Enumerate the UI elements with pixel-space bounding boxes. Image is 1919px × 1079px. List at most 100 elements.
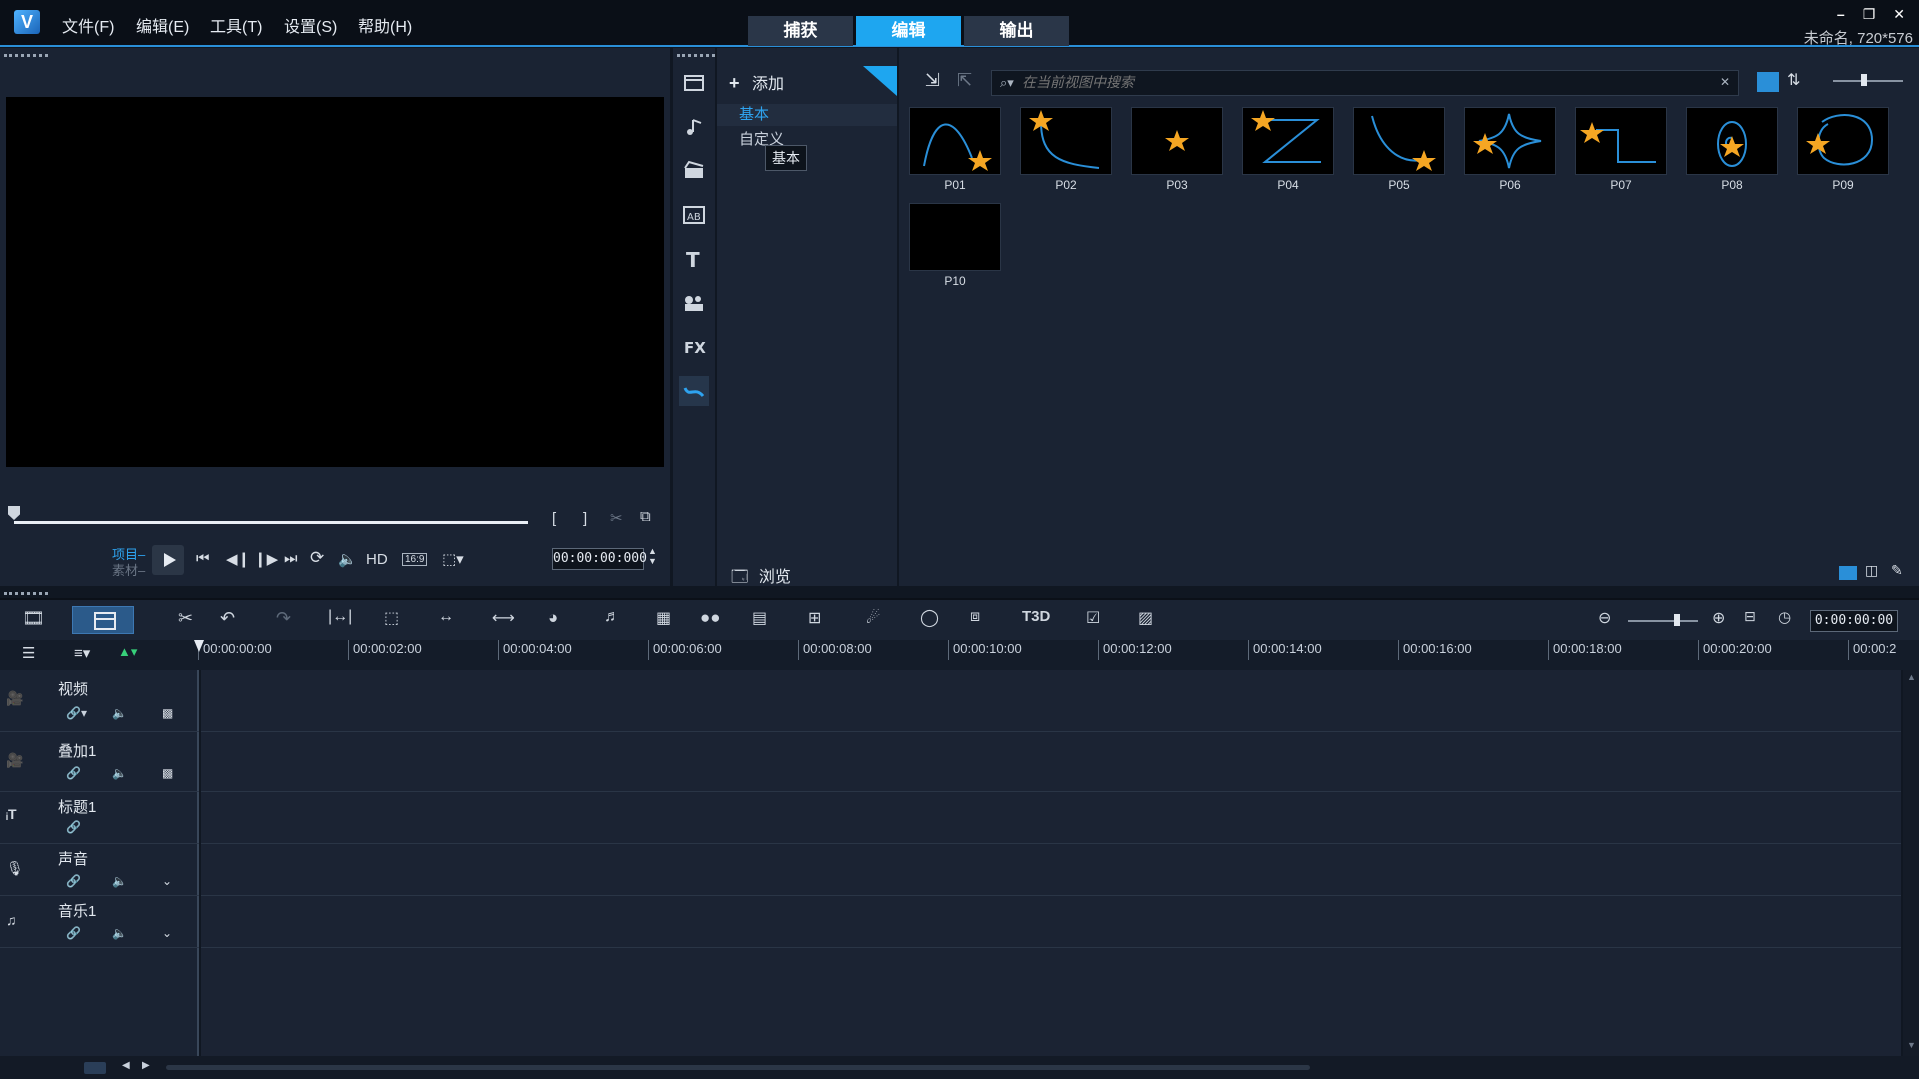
- expand-icon[interactable]: ⌄: [162, 874, 172, 888]
- tools-icon[interactable]: ✂: [178, 608, 193, 629]
- lane-music[interactable]: [201, 896, 1901, 948]
- subtitle-icon[interactable]: ▤: [752, 608, 767, 628]
- pan-zoom-icon[interactable]: ⬚: [384, 608, 399, 628]
- path-item-p04[interactable]: P04: [1236, 104, 1344, 194]
- path-item-p06[interactable]: P06: [1458, 104, 1566, 194]
- enlarge-icon[interactable]: ⧉: [640, 508, 651, 525]
- split-view-icon[interactable]: ◫: [1865, 562, 1878, 579]
- panel-grip[interactable]: [677, 54, 721, 57]
- undo-icon[interactable]: ↶: [220, 608, 235, 629]
- path-item-p03[interactable]: P03: [1125, 104, 1233, 194]
- vertical-scrollbar[interactable]: ▲ ▼: [1903, 670, 1919, 1056]
- timeline-overview-icon[interactable]: [84, 1062, 106, 1074]
- path-item-p09[interactable]: P09: [1791, 104, 1899, 194]
- restore-icon[interactable]: ❐: [1863, 6, 1876, 23]
- library-view-icon[interactable]: [1839, 566, 1857, 580]
- chapter-menu-icon[interactable]: ≡▾: [74, 644, 90, 662]
- tab-edit[interactable]: 编辑: [856, 16, 961, 46]
- mask-icon[interactable]: ◯: [920, 608, 939, 628]
- preview-timecode[interactable]: 00:00:00:000: [552, 548, 647, 570]
- sort-icon[interactable]: ⇅: [1787, 70, 1800, 90]
- play-button[interactable]: [152, 545, 184, 575]
- mute-icon[interactable]: 🔈: [112, 874, 127, 888]
- path-icon[interactable]: [679, 376, 709, 406]
- tab-share[interactable]: 输出: [964, 16, 1069, 46]
- timeline-ruler[interactable]: ☰ ≡▾ ▲▾ 00:00:00:00 00:00:02:00 00:00:04:0…: [0, 640, 1919, 670]
- browse-button[interactable]: 🗔 浏览: [731, 563, 791, 593]
- aspect-ratio-button[interactable]: 16:9: [402, 553, 428, 566]
- link-icon[interactable]: 🔗▾: [66, 706, 87, 720]
- track-overlay[interactable]: 🎥 叠加1 🔗 🔈 ▩: [0, 732, 199, 792]
- fit-timeline-icon[interactable]: ⊟: [1744, 608, 1756, 625]
- repeat-icon[interactable]: ⟳: [310, 548, 324, 568]
- title-icon[interactable]: T: [679, 244, 709, 274]
- menu-edit[interactable]: 编辑(E): [136, 13, 189, 37]
- instant-project-icon[interactable]: [679, 112, 709, 142]
- track-video[interactable]: 🎥 视频 🔗▾ 🔈 ▩: [0, 670, 199, 732]
- mute-icon[interactable]: 🔈: [112, 706, 127, 720]
- link-icon[interactable]: 🔗: [66, 874, 81, 888]
- zoom-in-icon[interactable]: ⊕: [1712, 608, 1725, 628]
- 3d-title-icon[interactable]: T3D: [1022, 608, 1050, 625]
- link-icon[interactable]: 🔗: [66, 766, 81, 780]
- audio-mixer-icon[interactable]: ♬: [604, 608, 620, 626]
- fx-filter-icon[interactable]: FX: [679, 332, 709, 362]
- path-item-p08[interactable]: P08: [1680, 104, 1788, 194]
- path-item-p01[interactable]: P01: [903, 104, 1011, 194]
- path-item-p05[interactable]: P05: [1347, 104, 1455, 194]
- scrubber-track[interactable]: [14, 521, 528, 524]
- clock-icon[interactable]: ◷: [1778, 608, 1791, 626]
- zoom-slider[interactable]: [1628, 620, 1698, 622]
- edit-icon[interactable]: ✎: [1891, 562, 1903, 579]
- scissors-icon[interactable]: ✂: [610, 509, 623, 527]
- clip-mode-label[interactable]: 素材–: [112, 560, 145, 579]
- panel-grip[interactable]: [4, 54, 48, 57]
- timeline-tracks-area[interactable]: [201, 670, 1901, 1056]
- path-item-p07[interactable]: P07: [1569, 104, 1677, 194]
- track-manager-icon[interactable]: ☰: [22, 644, 35, 662]
- transition-icon[interactable]: [679, 156, 709, 186]
- path-item-p10[interactable]: P10: [903, 200, 1011, 290]
- multi-camera-icon[interactable]: ▦: [656, 608, 671, 628]
- fit-project-icon[interactable]: |↔|: [328, 608, 352, 626]
- storyboard-view-icon[interactable]: 🎞: [22, 608, 45, 629]
- timeline-view-button[interactable]: [72, 606, 134, 634]
- minimize-icon[interactable]: –: [1837, 6, 1845, 23]
- trim-icon[interactable]: ⟷: [492, 608, 515, 628]
- clear-search-icon[interactable]: ✕: [1720, 75, 1730, 89]
- menu-tools[interactable]: 工具(T): [210, 13, 262, 37]
- expand-icon[interactable]: ⌄: [162, 926, 172, 940]
- hd-preview-toggle[interactable]: HD: [366, 551, 388, 568]
- display-options-icon[interactable]: ⬚▾: [442, 550, 464, 568]
- import-icon[interactable]: ⇲: [925, 70, 940, 91]
- ripple-icon[interactable]: ▩: [162, 706, 173, 720]
- scrubber-handle[interactable]: [8, 506, 20, 520]
- crop-icon[interactable]: ⧈: [970, 608, 980, 626]
- tab-capture[interactable]: 捕获: [748, 16, 853, 46]
- horizontal-scroll-thumb[interactable]: [166, 1065, 1310, 1070]
- link-icon[interactable]: 🔗: [66, 926, 81, 940]
- go-to-start-icon[interactable]: ⏮: [196, 550, 210, 567]
- media-icon[interactable]: [679, 68, 709, 98]
- search-box[interactable]: ⌕▾ ✕: [991, 70, 1739, 96]
- thumb-size-handle[interactable]: [1861, 74, 1867, 86]
- graphics-icon[interactable]: [679, 288, 709, 318]
- volume-icon[interactable]: 🔈: [338, 550, 357, 568]
- track-music[interactable]: ♫ 音乐1 🔗 🔈 ⌄: [0, 896, 199, 948]
- next-frame-icon[interactable]: ❙▶: [254, 550, 278, 568]
- add-marker-icon[interactable]: ▲▾: [118, 644, 137, 660]
- search-input[interactable]: [1022, 74, 1702, 90]
- title-style-icon[interactable]: AB: [679, 200, 709, 230]
- menu-file[interactable]: 文件(F): [62, 13, 114, 37]
- zoom-slider-handle[interactable]: [1674, 614, 1680, 626]
- motion-tracking-icon[interactable]: ☄: [866, 608, 880, 628]
- mute-icon[interactable]: 🔈: [112, 766, 127, 780]
- split-icon[interactable]: ↔: [438, 608, 454, 626]
- menu-settings[interactable]: 设置(S): [284, 13, 337, 37]
- screen-capture-icon[interactable]: ▨: [1138, 608, 1153, 628]
- previous-frame-icon[interactable]: ◀❙: [226, 550, 250, 568]
- panel-grip[interactable]: [4, 592, 48, 595]
- mark-out-icon[interactable]: ]: [583, 510, 587, 527]
- scroll-right-icon[interactable]: ▶: [142, 1060, 150, 1071]
- ripple-icon[interactable]: ▩: [162, 766, 173, 780]
